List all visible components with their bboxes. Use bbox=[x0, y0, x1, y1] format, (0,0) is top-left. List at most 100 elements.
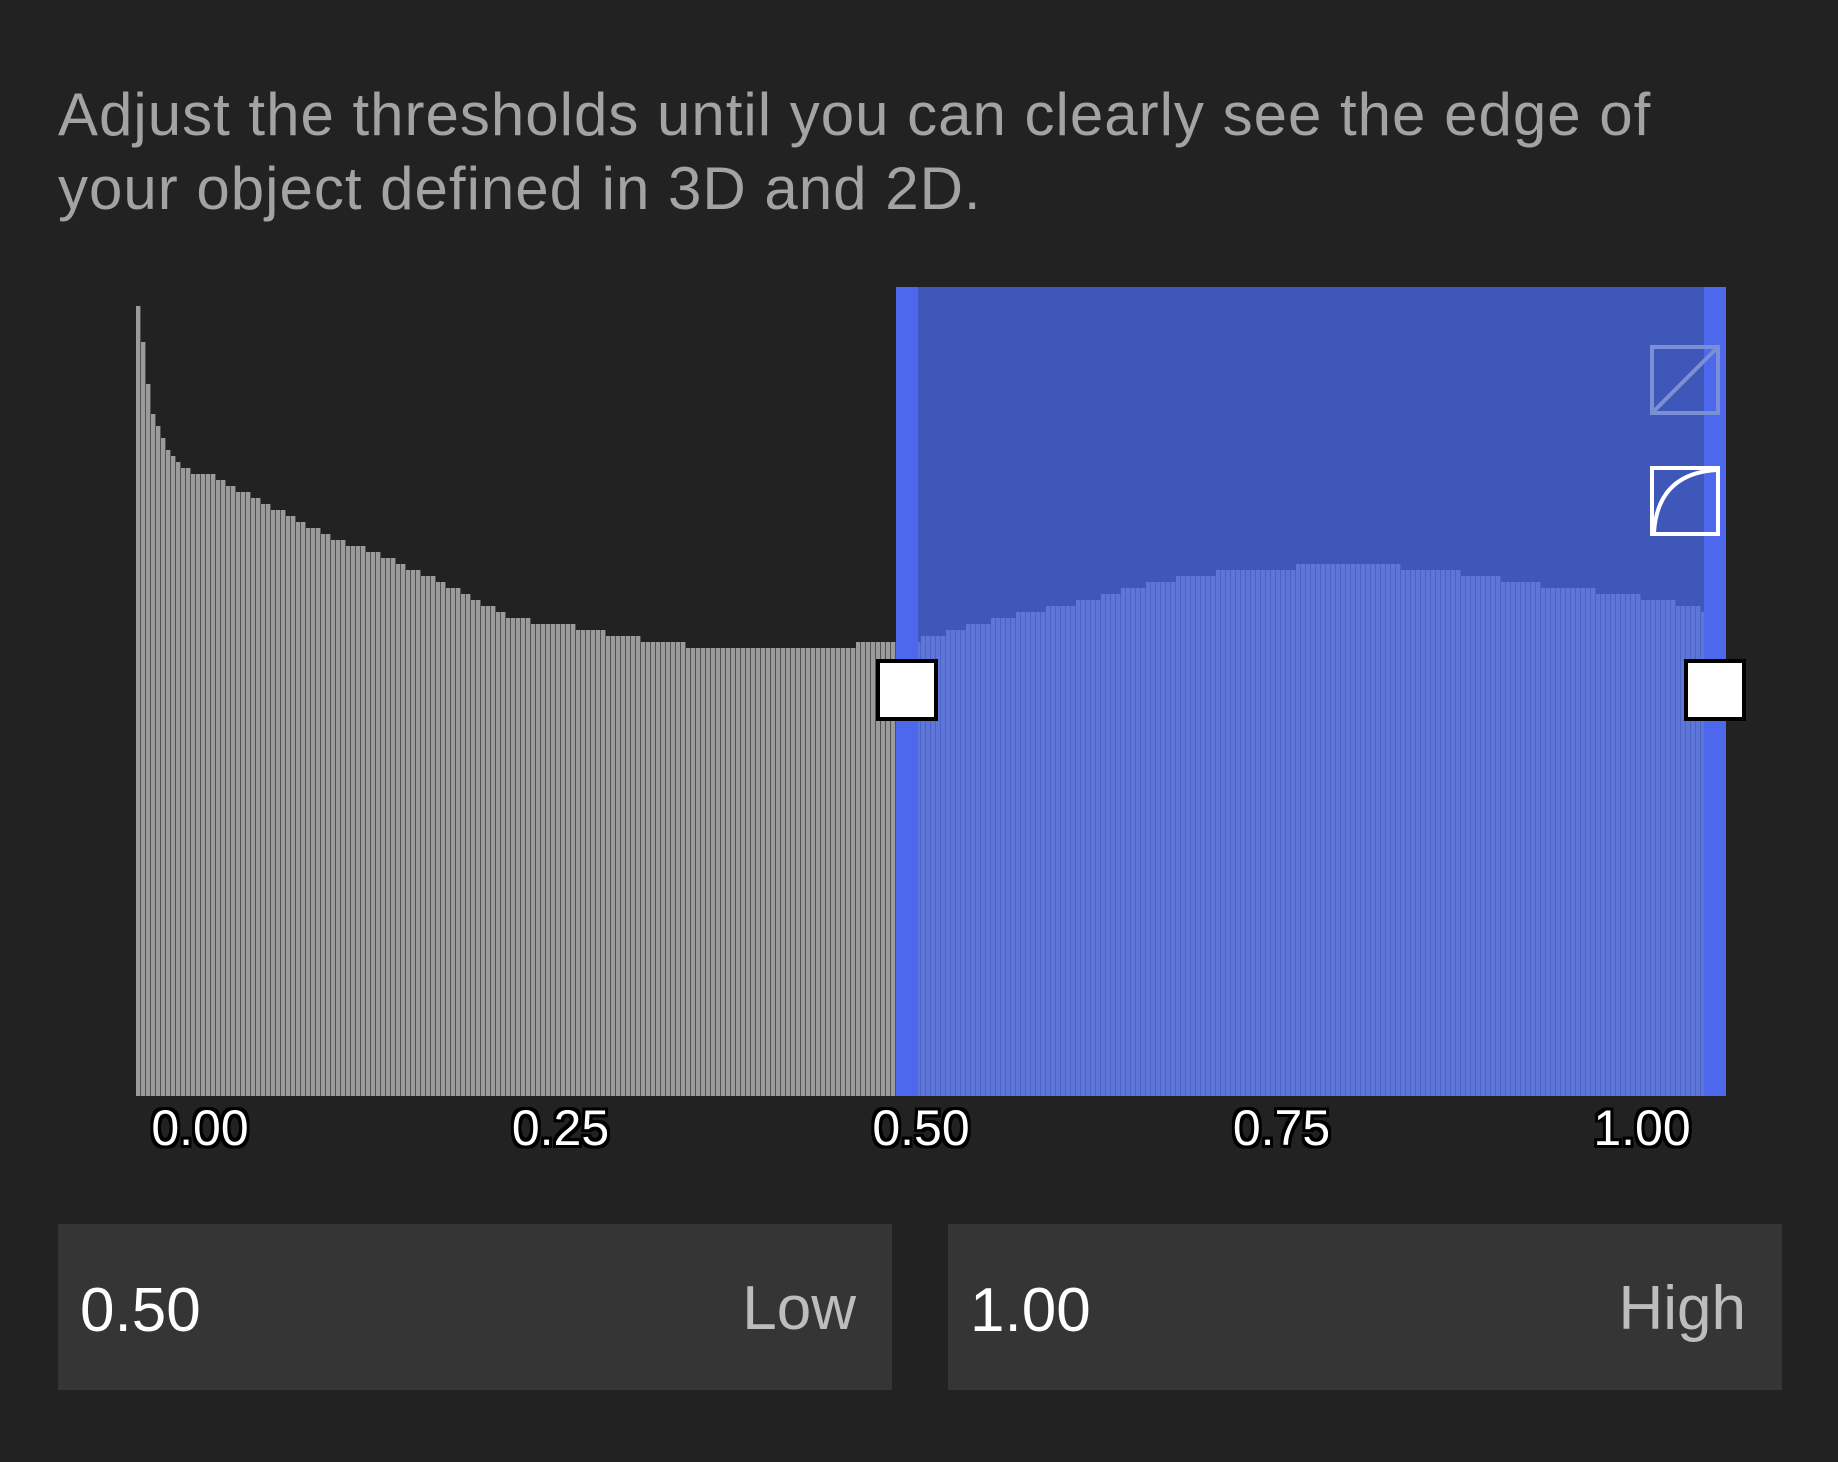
histogram-bar bbox=[456, 588, 461, 1096]
histogram-svg[interactable] bbox=[0, 0, 1838, 1200]
histogram-bar bbox=[1361, 564, 1366, 1096]
histogram-bar bbox=[1386, 564, 1391, 1096]
histogram-bar bbox=[221, 480, 226, 1096]
low-threshold-label: Low bbox=[742, 1274, 856, 1343]
histogram-bar bbox=[1181, 576, 1186, 1096]
histogram-bar bbox=[781, 648, 786, 1096]
histogram-bar bbox=[1061, 606, 1066, 1096]
histogram-bar bbox=[551, 624, 556, 1096]
histogram-bar bbox=[336, 540, 341, 1096]
histogram-bar bbox=[141, 342, 146, 1096]
histogram-bar bbox=[1371, 564, 1376, 1096]
histogram-bar bbox=[956, 630, 961, 1096]
histogram-bar bbox=[531, 624, 536, 1096]
histogram-bar bbox=[1626, 594, 1631, 1096]
histogram-bar bbox=[466, 594, 471, 1096]
histogram-bar bbox=[241, 492, 246, 1096]
histogram-bar bbox=[356, 546, 361, 1096]
histogram-bar bbox=[1461, 576, 1466, 1096]
linear-curve-icon[interactable] bbox=[1650, 345, 1720, 415]
histogram-bar bbox=[751, 648, 756, 1096]
histogram-bar bbox=[1426, 570, 1431, 1096]
histogram-bar bbox=[1036, 612, 1041, 1096]
histogram-bar bbox=[1076, 600, 1081, 1096]
histogram-bar bbox=[1396, 564, 1401, 1096]
low-threshold-handle[interactable] bbox=[876, 659, 938, 721]
histogram-bar bbox=[176, 462, 181, 1096]
histogram-bar bbox=[1081, 600, 1086, 1096]
histogram-bar bbox=[1671, 600, 1676, 1096]
histogram-bar bbox=[941, 636, 946, 1096]
histogram-bar bbox=[1591, 588, 1596, 1096]
histogram-bar bbox=[961, 630, 966, 1096]
histogram-bar bbox=[1066, 606, 1071, 1096]
histogram-bar bbox=[766, 648, 771, 1096]
histogram-bar bbox=[746, 648, 751, 1096]
histogram-bar bbox=[826, 648, 831, 1096]
histogram-bar bbox=[1141, 588, 1146, 1096]
histogram-bar bbox=[856, 642, 861, 1096]
histogram-bar bbox=[1256, 570, 1261, 1096]
histogram-bar bbox=[1021, 612, 1026, 1096]
histogram-bar bbox=[1471, 576, 1476, 1096]
histogram-bar bbox=[1201, 576, 1206, 1096]
histogram-bar bbox=[1156, 582, 1161, 1096]
histogram-bar bbox=[206, 474, 211, 1096]
high-threshold-handle[interactable] bbox=[1684, 659, 1746, 721]
histogram-bar bbox=[1636, 594, 1641, 1096]
low-threshold-field[interactable]: 0.50 Low bbox=[58, 1224, 892, 1390]
histogram-bar bbox=[541, 624, 546, 1096]
histogram-bar bbox=[1136, 588, 1141, 1096]
histogram-bar bbox=[1586, 588, 1591, 1096]
histogram-bar bbox=[486, 606, 491, 1096]
histogram-bar bbox=[401, 564, 406, 1096]
histogram-bar bbox=[1556, 588, 1561, 1096]
histogram-bar bbox=[1551, 588, 1556, 1096]
histogram-bar bbox=[1331, 564, 1336, 1096]
histogram-bar bbox=[1436, 570, 1441, 1096]
histogram-bar bbox=[1341, 564, 1346, 1096]
histogram-bar bbox=[561, 624, 566, 1096]
high-threshold-field[interactable]: 1.00 High bbox=[948, 1224, 1782, 1390]
histogram-bar bbox=[331, 540, 336, 1096]
histogram-bar bbox=[1261, 570, 1266, 1096]
histogram-chart[interactable]: 0.00 0.25 0.50 0.75 1.00 bbox=[0, 0, 1838, 1200]
histogram-bar bbox=[1326, 564, 1331, 1096]
histogram-bar bbox=[1351, 564, 1356, 1096]
high-threshold-value[interactable]: 1.00 bbox=[970, 1276, 1091, 1346]
histogram-bar bbox=[166, 450, 171, 1096]
histogram-bar bbox=[1606, 594, 1611, 1096]
histogram-bar bbox=[1576, 588, 1581, 1096]
histogram-bar bbox=[461, 594, 466, 1096]
histogram-bar bbox=[696, 648, 701, 1096]
histogram-bar bbox=[556, 624, 561, 1096]
histogram-bar bbox=[1406, 570, 1411, 1096]
histogram-bar bbox=[361, 546, 366, 1096]
log-curve-icon[interactable] bbox=[1650, 466, 1720, 536]
histogram-bar bbox=[1151, 582, 1156, 1096]
histogram-bar bbox=[1346, 564, 1351, 1096]
histogram-bar bbox=[431, 576, 436, 1096]
histogram-bar bbox=[1001, 618, 1006, 1096]
histogram-bar bbox=[511, 618, 516, 1096]
histogram-bar bbox=[1176, 576, 1181, 1096]
histogram-bar bbox=[376, 552, 381, 1096]
histogram-bar bbox=[1251, 570, 1256, 1096]
histogram-bar bbox=[1266, 570, 1271, 1096]
histogram-bar bbox=[1631, 594, 1636, 1096]
histogram-bar bbox=[621, 636, 626, 1096]
histogram-bar bbox=[1456, 570, 1461, 1096]
histogram-bar bbox=[316, 528, 321, 1096]
histogram-bar bbox=[776, 648, 781, 1096]
histogram-bar bbox=[1526, 582, 1531, 1096]
histogram-bar bbox=[1026, 612, 1031, 1096]
histogram-bar bbox=[641, 642, 646, 1096]
histogram-bar bbox=[1431, 570, 1436, 1096]
histogram-bar bbox=[246, 492, 251, 1096]
histogram-bar bbox=[636, 636, 641, 1096]
histogram-bar bbox=[426, 576, 431, 1096]
low-threshold-value[interactable]: 0.50 bbox=[80, 1276, 201, 1346]
histogram-bar bbox=[311, 528, 316, 1096]
histogram-bar bbox=[1496, 576, 1501, 1096]
histogram-bar bbox=[591, 630, 596, 1096]
